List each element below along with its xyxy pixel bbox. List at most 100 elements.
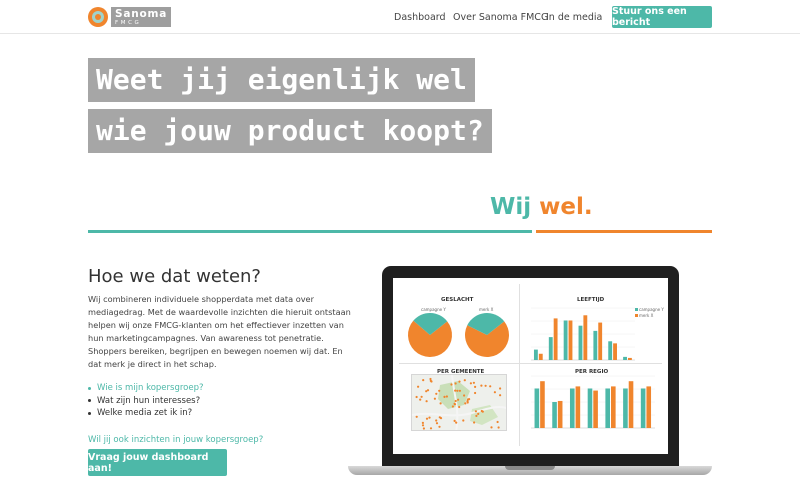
legend-swatch-merk-x — [635, 314, 638, 317]
map-dot — [455, 421, 458, 424]
map-dot — [496, 420, 499, 424]
bar — [593, 390, 598, 428]
map-dot — [415, 415, 418, 418]
bullet-icon — [88, 399, 91, 403]
map-dot — [422, 427, 425, 430]
map-dot — [454, 382, 457, 385]
list-item[interactable]: Wie is mijn kopersgroep? — [88, 382, 204, 395]
accent-bar-teal — [88, 230, 532, 233]
tagline-wel: wel. — [539, 194, 593, 220]
logo-name: Sanoma — [115, 7, 168, 20]
map-dot — [438, 389, 441, 392]
nav-in-de-media[interactable]: In de media — [546, 12, 602, 23]
map-dot — [474, 385, 477, 388]
bar — [627, 357, 632, 360]
map-dot — [484, 384, 487, 387]
list-item-label: Wie is mijn kopersgroep? — [97, 383, 204, 393]
sanoma-fmcg-logo[interactable]: Sanoma FMCG — [88, 7, 172, 27]
gemeente-map — [411, 374, 507, 431]
map-dot — [453, 402, 456, 405]
map-dot — [454, 389, 457, 392]
bar — [557, 400, 563, 428]
bar — [568, 320, 573, 360]
section-heading: Hoe we dat weten? — [88, 266, 261, 287]
bar — [583, 315, 588, 360]
map-dot — [474, 391, 477, 395]
map-dot — [499, 394, 502, 397]
bar — [575, 386, 581, 428]
request-dashboard-button[interactable]: Vraag jouw dashboard aan! — [88, 449, 227, 476]
bar — [552, 402, 557, 428]
map-dot — [435, 392, 438, 395]
laptop-notch — [505, 466, 555, 470]
bar — [578, 325, 583, 360]
map-dot — [435, 419, 438, 422]
map-dot — [458, 380, 461, 383]
map-dot — [426, 389, 430, 392]
map-dot — [429, 377, 432, 381]
map-dot — [415, 395, 418, 399]
map-dot — [480, 409, 483, 413]
map-dot — [429, 379, 432, 382]
map-dot — [463, 394, 466, 397]
map-dot — [457, 398, 460, 401]
map-dot — [469, 382, 472, 385]
tagline-wij: Wij — [490, 194, 532, 220]
map-dot — [475, 414, 478, 417]
map-dot — [490, 426, 493, 429]
map-dot — [453, 419, 456, 422]
bullet-icon — [88, 386, 91, 390]
map-dot — [497, 426, 500, 429]
map-dot — [443, 395, 446, 398]
map-dot — [428, 416, 431, 419]
legend-campagne-y: campagne Y — [639, 307, 664, 312]
map-dot — [472, 381, 475, 384]
bar — [538, 353, 543, 360]
map-dot — [451, 405, 454, 408]
bar — [534, 388, 540, 428]
bar — [548, 337, 553, 360]
map-dot — [489, 385, 492, 388]
bar — [628, 381, 634, 428]
bar — [611, 386, 616, 428]
map-dot — [433, 397, 436, 400]
map-dot — [493, 391, 496, 394]
bar — [598, 322, 603, 360]
send-message-button[interactable]: Stuur ons een bericht — [612, 6, 712, 28]
map-dot — [462, 419, 465, 422]
logo-circle-icon — [88, 7, 108, 27]
bullet-icon — [88, 411, 91, 415]
map-dot — [474, 410, 477, 413]
map-dot — [463, 379, 466, 382]
map-dot — [499, 387, 502, 390]
bar — [623, 356, 627, 360]
map-dot — [458, 405, 461, 409]
map-dot — [422, 379, 425, 382]
bar — [640, 388, 646, 428]
map-dot — [454, 399, 457, 403]
map-dot — [464, 402, 467, 405]
map-dot — [473, 421, 476, 424]
bar — [563, 320, 568, 360]
map-dot — [477, 412, 480, 415]
insights-question-link[interactable]: Wil jij ook inzichten in jouw kopersgroe… — [88, 435, 263, 445]
map-dot — [425, 400, 428, 403]
map-dot — [466, 401, 469, 404]
list-item: Wat zijn hun interesses? — [88, 395, 204, 408]
hero-title-line-1: Weet jij eigenlijk wel — [88, 58, 475, 102]
wij-wel-tagline: Wij wel. — [490, 194, 593, 220]
hero-title-line-2: wie jouw product koopt? — [88, 109, 492, 153]
map-dot — [438, 416, 441, 419]
bar — [553, 318, 558, 360]
bar — [587, 388, 593, 428]
top-header: Sanoma FMCG Dashboard Over Sanoma FMCG I… — [0, 0, 800, 34]
bar — [605, 388, 611, 428]
map-dot — [445, 395, 448, 398]
bar — [569, 388, 575, 428]
logo-sub: FMCG — [115, 19, 142, 26]
nav-dashboard[interactable]: Dashboard — [394, 12, 446, 23]
nav-over-sanoma-fmcg[interactable]: Over Sanoma FMCG — [453, 12, 548, 23]
map-dot — [421, 424, 425, 427]
map-dot — [456, 389, 459, 392]
list-item: Welke media zet ik in? — [88, 407, 204, 420]
